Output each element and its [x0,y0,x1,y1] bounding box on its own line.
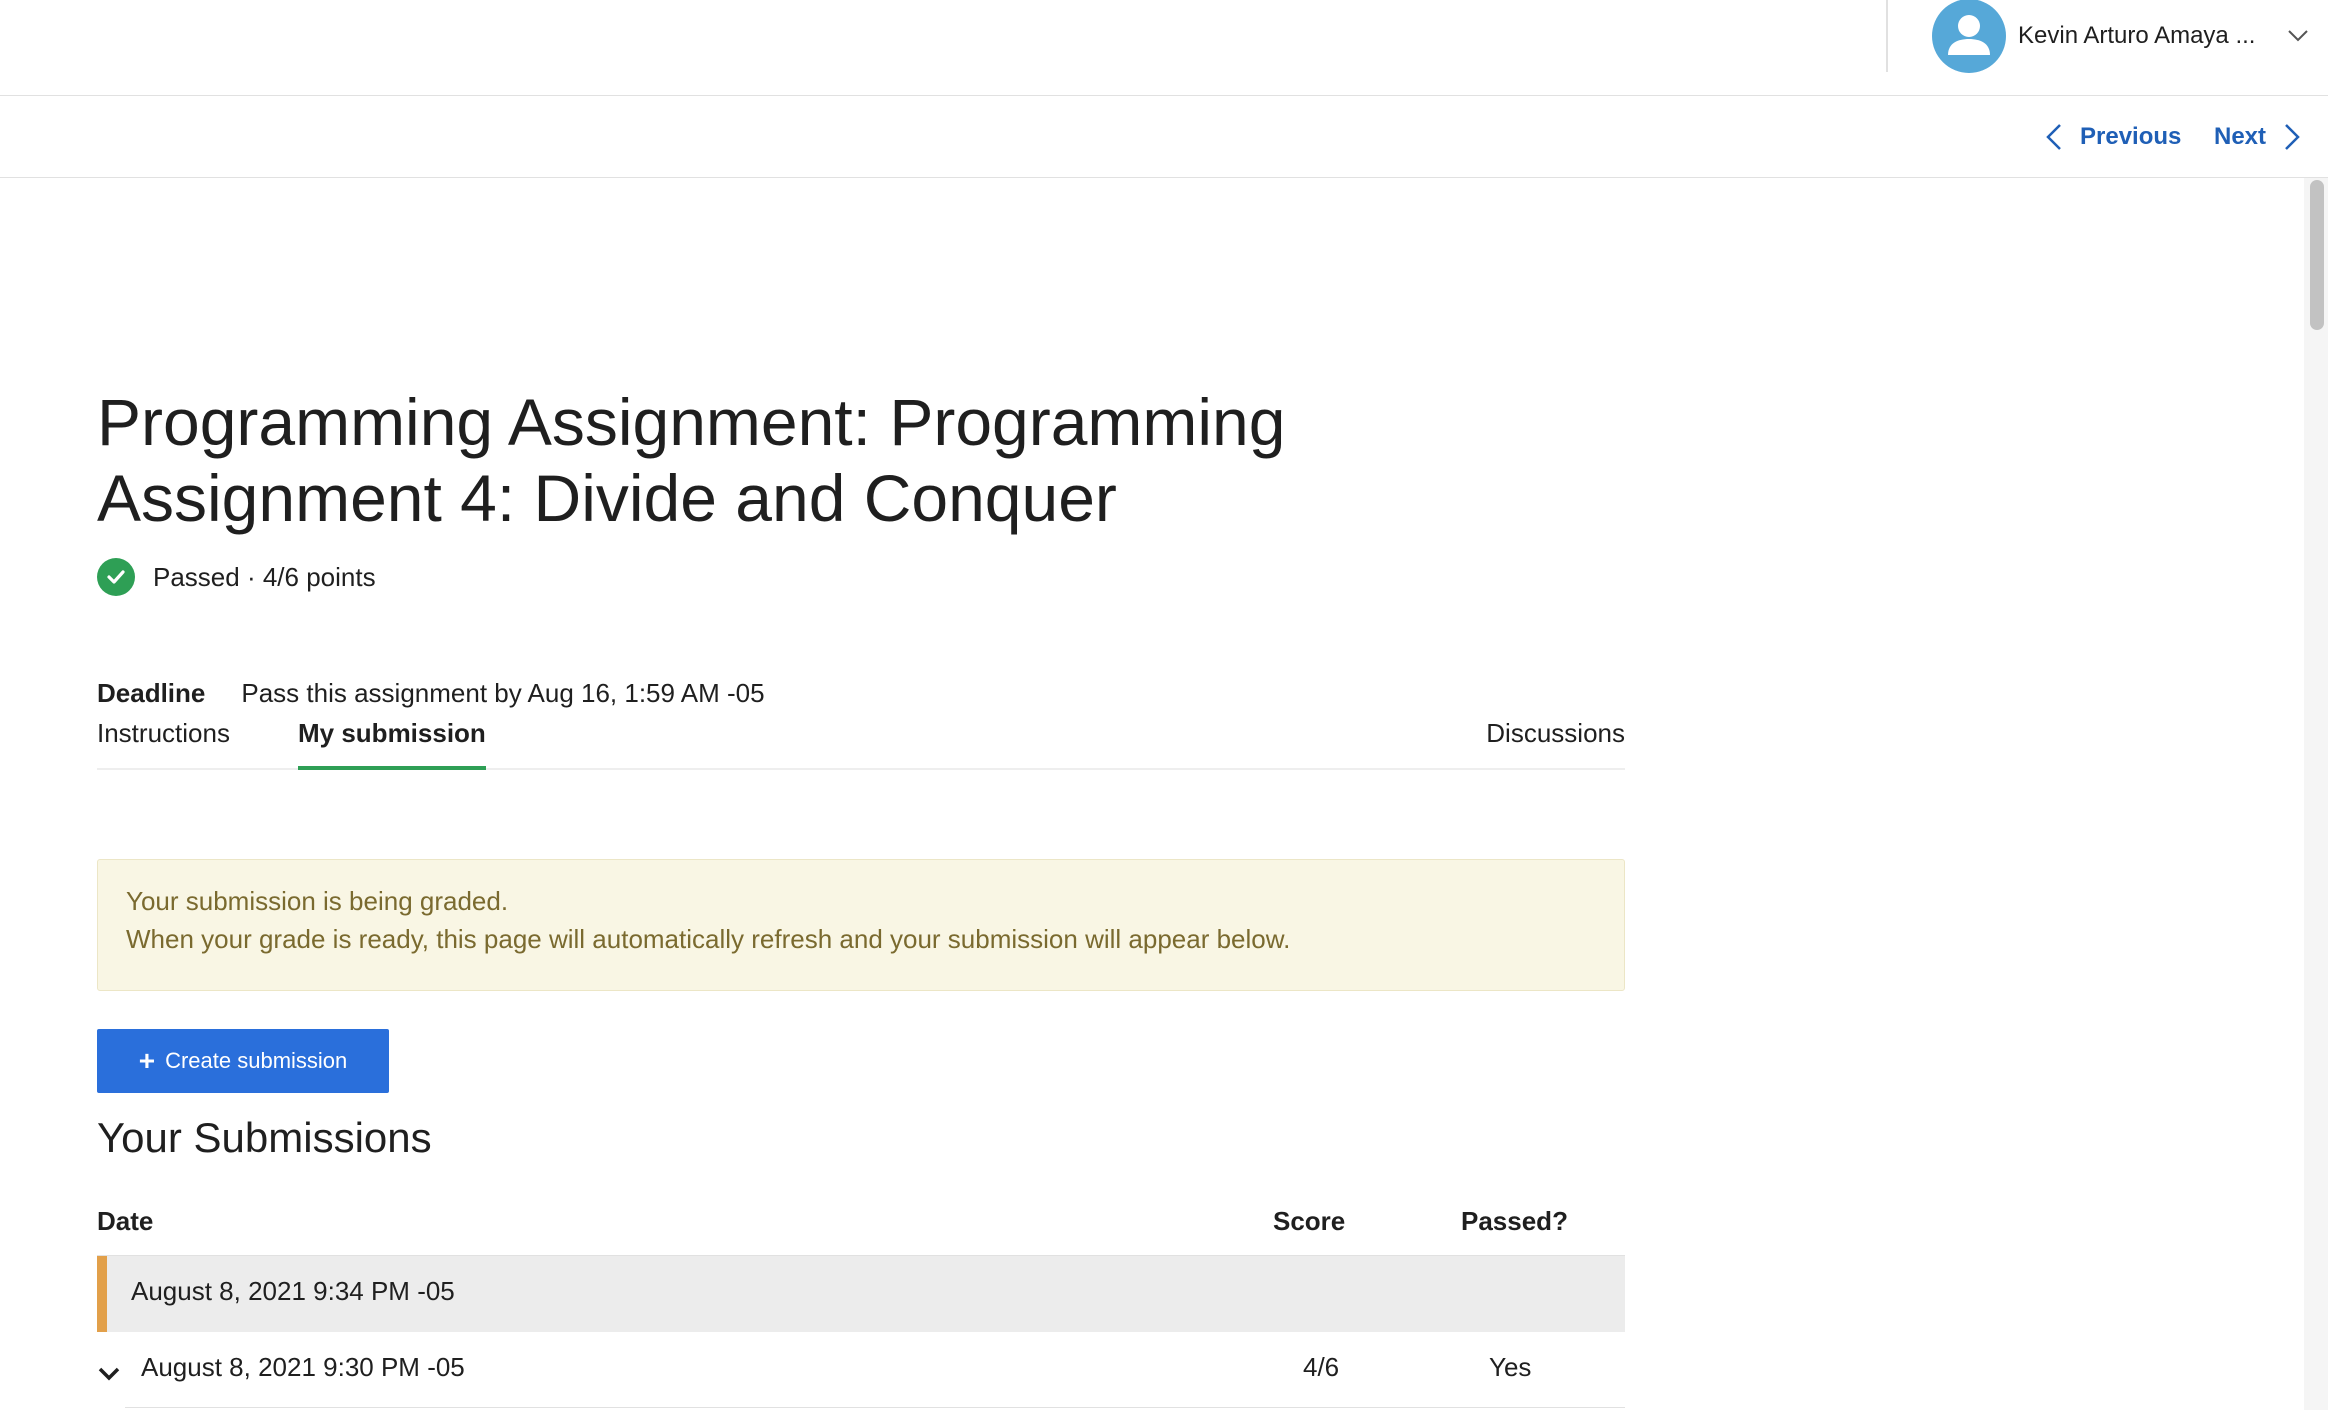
tab-instructions[interactable]: Instructions [97,708,230,770]
alert-line-1: Your submission is being graded. [126,886,509,916]
column-header-date: Date [97,1206,154,1236]
user-avatar-icon[interactable] [1932,0,2006,73]
submissions-table: Date Score Passed? August 8, 2021 9:34 P… [97,1188,1625,1408]
chevron-left-icon [2046,124,2061,150]
status-text: Passed · 4/6 points [153,561,376,592]
deadline-row: Deadline Pass this assignment by Aug 16,… [97,678,765,709]
submission-passed: Yes [1489,1352,1532,1382]
tab-bar: Instructions My submission Discussions [97,708,1625,770]
submission-date: August 8, 2021 9:30 PM -05 [141,1352,465,1382]
submission-score: 4/6 [1303,1352,1340,1382]
previous-label: Previous [2080,123,2182,150]
page-title: Programming Assignment: Programming Assi… [97,385,1286,535]
submission-date: August 8, 2021 9:34 PM -05 [131,1276,455,1306]
scrollbar-track[interactable] [2304,178,2328,1410]
next-label: Next [2214,123,2267,150]
create-submission-button[interactable]: + Create submission [97,1029,389,1093]
item-navigation-bar: Previous Next [0,96,2328,178]
deadline-text: Pass this assignment by Aug 16, 1:59 AM … [241,678,765,708]
chevron-expand-icon[interactable] [97,1358,123,1382]
tab-my-submission[interactable]: My submission [298,708,486,770]
grade-status: Passed · 4/6 points [97,558,376,596]
table-row[interactable]: August 8, 2021 9:30 PM -05 4/6 Yes [97,1332,1625,1408]
deadline-label: Deadline [97,678,206,708]
table-row: August 8, 2021 9:34 PM -05 [97,1256,1625,1332]
header-divider [1886,0,1888,72]
submissions-title: Your Submissions [97,1114,432,1161]
plus-icon: + [138,1045,156,1076]
chevron-down-icon[interactable] [2286,24,2310,48]
create-submission-label: Create submission [165,1048,348,1073]
previous-link[interactable]: Previous [2046,96,2181,178]
grading-alert: Your submission is being graded. When yo… [97,859,1625,991]
user-menu[interactable]: Kevin Arturo Amaya ... [1932,0,2310,73]
chevron-right-icon [2285,124,2300,150]
table-header: Date Score Passed? [97,1188,1625,1256]
next-link[interactable]: Next [2214,96,2300,178]
column-header-passed: Passed? [1461,1206,1568,1236]
top-header: Kevin Arturo Amaya ... [0,0,2328,96]
alert-line-2: When your grade is ready, this page will… [126,924,1291,954]
column-header-score: Score [1273,1206,1346,1236]
scrollbar-thumb[interactable] [2310,180,2324,330]
tab-discussions[interactable]: Discussions [1486,708,1625,770]
check-circle-icon [97,558,135,596]
user-name[interactable]: Kevin Arturo Amaya ... [2018,22,2268,50]
